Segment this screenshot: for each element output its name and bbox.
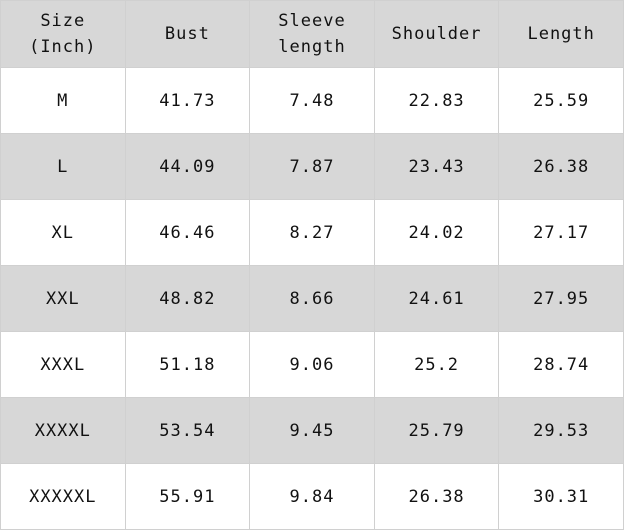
cell-sleeve-length: 9.06 bbox=[249, 331, 375, 398]
table-row: XXXL 51.18 9.06 25.2 28.74 bbox=[0, 331, 624, 398]
cell-bust: 53.54 bbox=[124, 397, 251, 464]
header-row: Size (Inch) Bust Sleeve length Shoulder Le… bbox=[0, 0, 624, 68]
header-shoulder: Shoulder bbox=[373, 0, 500, 68]
cell-bust: 44.09 bbox=[124, 133, 251, 200]
header-bust: Bust bbox=[124, 0, 251, 68]
cell-length: 26.38 bbox=[498, 133, 624, 200]
header-length-label: Length bbox=[527, 24, 595, 44]
cell-shoulder: 24.61 bbox=[373, 265, 500, 332]
cell-bust: 55.91 bbox=[124, 463, 251, 530]
cell-size: XXXL bbox=[0, 331, 126, 398]
cell-length: 28.74 bbox=[498, 331, 624, 398]
cell-size: L bbox=[0, 133, 126, 200]
header-sleeve-line2: length bbox=[278, 37, 346, 57]
cell-bust: 48.82 bbox=[124, 265, 251, 332]
cell-size: XL bbox=[0, 199, 126, 266]
cell-length: 30.31 bbox=[498, 463, 624, 530]
cell-sleeve-length: 8.66 bbox=[249, 265, 375, 332]
table-row: XXXXL 53.54 9.45 25.79 29.53 bbox=[0, 397, 624, 464]
size-chart-table: Size (Inch) Bust Sleeve length Shoulder Le… bbox=[0, 0, 624, 530]
cell-length: 29.53 bbox=[498, 397, 624, 464]
cell-shoulder: 22.83 bbox=[373, 67, 500, 134]
cell-size: XXXXL bbox=[0, 397, 126, 464]
header-size: Size (Inch) bbox=[0, 0, 126, 68]
cell-length: 27.95 bbox=[498, 265, 624, 332]
cell-sleeve-length: 7.87 bbox=[249, 133, 375, 200]
cell-bust: 46.46 bbox=[124, 199, 251, 266]
header-sleeve-line1: Sleeve bbox=[278, 11, 346, 31]
cell-shoulder: 26.38 bbox=[373, 463, 500, 530]
cell-sleeve-length: 7.48 bbox=[249, 67, 375, 134]
cell-size: XXL bbox=[0, 265, 126, 332]
header-sleeve-length: Sleeve length bbox=[249, 0, 375, 68]
header-length: Length bbox=[498, 0, 624, 68]
cell-length: 27.17 bbox=[498, 199, 624, 266]
table-row: XL 46.46 8.27 24.02 27.17 bbox=[0, 199, 624, 266]
table-row: XXL 48.82 8.66 24.61 27.95 bbox=[0, 265, 624, 332]
cell-shoulder: 25.79 bbox=[373, 397, 500, 464]
cell-length: 25.59 bbox=[498, 67, 624, 134]
table-row: M 41.73 7.48 22.83 25.59 bbox=[0, 67, 624, 134]
table-row: XXXXXL 55.91 9.84 26.38 30.31 bbox=[0, 463, 624, 530]
header-size-line2: (Inch) bbox=[29, 37, 97, 57]
table-row: L 44.09 7.87 23.43 26.38 bbox=[0, 133, 624, 200]
header-size-line1: Size bbox=[40, 11, 86, 31]
cell-bust: 51.18 bbox=[124, 331, 251, 398]
cell-sleeve-length: 9.84 bbox=[249, 463, 375, 530]
cell-sleeve-length: 9.45 bbox=[249, 397, 375, 464]
cell-shoulder: 24.02 bbox=[373, 199, 500, 266]
cell-bust: 41.73 bbox=[124, 67, 251, 134]
cell-sleeve-length: 8.27 bbox=[249, 199, 375, 266]
header-bust-label: Bust bbox=[164, 24, 210, 44]
cell-size: M bbox=[0, 67, 126, 134]
cell-size: XXXXXL bbox=[0, 463, 126, 530]
header-shoulder-label: Shoulder bbox=[391, 24, 482, 44]
cell-shoulder: 25.2 bbox=[373, 331, 500, 398]
cell-shoulder: 23.43 bbox=[373, 133, 500, 200]
